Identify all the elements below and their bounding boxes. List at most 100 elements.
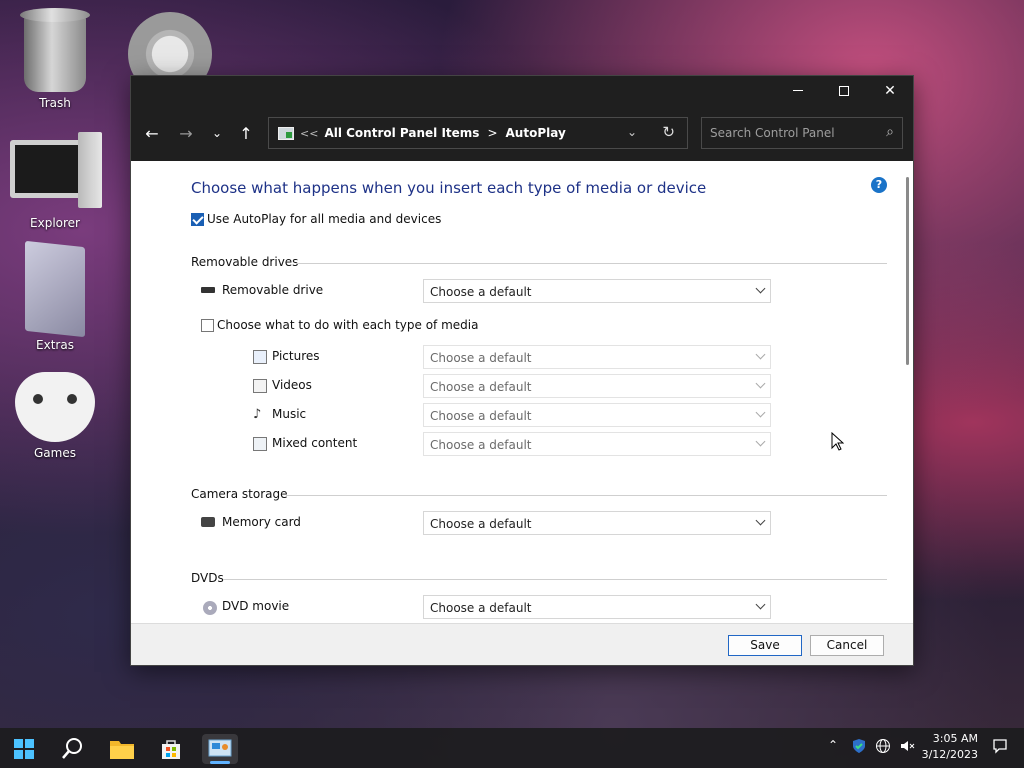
section-title-removable: Removable drives <box>191 255 299 269</box>
chevron-down-icon <box>755 436 766 447</box>
desktop-icon-label: Extras <box>36 338 74 352</box>
title-bar[interactable]: ✕ <box>131 76 913 105</box>
desktop-icon-label: Games <box>34 446 76 460</box>
pictures-select[interactable]: Choose a default <box>423 345 771 369</box>
memory-card-select[interactable]: Choose a default <box>423 511 771 535</box>
taskbar: ⌃ 3:05 AM 3/12/2023 <box>0 728 1024 768</box>
mixed-content-icon <box>253 437 267 451</box>
mixed-content-label: Mixed content <box>272 436 358 450</box>
folder-icon <box>25 240 85 338</box>
volume-muted-icon[interactable] <box>899 738 915 754</box>
help-icon[interactable]: ? <box>871 177 887 193</box>
security-shield-icon[interactable] <box>851 738 867 754</box>
breadcrumb-autoplay[interactable]: AutoPlay <box>506 126 566 140</box>
chevron-down-icon <box>755 349 766 360</box>
select-value: Choose a default <box>430 517 532 531</box>
select-value: Choose a default <box>430 601 532 615</box>
show-hidden-icons-icon[interactable]: ⌃ <box>828 738 838 752</box>
music-icon: ♪ <box>253 407 262 422</box>
breadcrumb-separator: > <box>487 126 498 140</box>
arrow-left-icon: ← <box>145 123 159 143</box>
per-media-label[interactable]: Choose what to do with each type of medi… <box>217 318 478 332</box>
file-explorer-button[interactable] <box>104 734 140 764</box>
breadcrumb-all-items[interactable]: All Control Panel Items <box>324 126 479 140</box>
navigation-bar: ← → ⌄ ↑ << All Control Panel Items > Aut… <box>131 105 913 161</box>
videos-icon <box>253 379 267 393</box>
dvd-movie-select[interactable]: Choose a default <box>423 595 771 619</box>
forward-button[interactable]: → <box>173 120 199 146</box>
arrow-up-icon: ↑ <box>239 123 253 143</box>
address-dropdown-icon[interactable]: ⌄ <box>627 125 637 139</box>
autoplay-window: ✕ ← → ⌄ ↑ << All Control Panel Items > A… <box>130 75 914 666</box>
store-button[interactable] <box>153 734 189 764</box>
content-area: Choose what happens when you insert each… <box>131 161 913 624</box>
search-box[interactable]: ⌕ <box>701 117 903 149</box>
dvd-icon <box>203 601 217 615</box>
removable-drive-icon <box>201 287 215 293</box>
save-button[interactable]: Save <box>728 635 802 656</box>
per-media-checkbox[interactable] <box>201 319 214 332</box>
music-label: Music <box>272 407 307 421</box>
computer-icon <box>10 132 102 212</box>
arrow-right-icon: → <box>179 123 193 143</box>
vertical-scrollbar[interactable] <box>906 177 909 365</box>
close-button[interactable]: ✕ <box>867 76 913 105</box>
section-divider <box>286 495 887 496</box>
select-value: Choose a default <box>430 409 532 423</box>
control-panel-icon <box>278 126 294 140</box>
desktop-icon-trash[interactable]: Trash <box>10 8 100 110</box>
recent-locations-button[interactable]: ⌄ <box>204 120 230 146</box>
start-button[interactable] <box>6 734 42 764</box>
camera-icon <box>201 517 215 527</box>
section-divider <box>296 263 887 264</box>
up-button[interactable]: ↑ <box>233 120 259 146</box>
page-title: Choose what happens when you insert each… <box>191 179 707 197</box>
back-button[interactable]: ← <box>139 120 165 146</box>
search-input[interactable] <box>710 125 880 141</box>
desktop-icon-games[interactable]: Games <box>10 362 100 460</box>
mouse-cursor-icon <box>831 432 844 451</box>
search-icon[interactable]: ⌕ <box>886 124 894 140</box>
dialog-footer: Save Cancel <box>131 623 913 665</box>
search-icon <box>62 738 82 759</box>
clock-time: 3:05 AM <box>932 732 978 745</box>
chevron-down-icon <box>755 515 766 526</box>
cancel-button[interactable]: Cancel <box>810 635 884 656</box>
minimize-button[interactable] <box>775 76 821 105</box>
chevron-down-icon <box>755 283 766 294</box>
removable-drive-select[interactable]: Choose a default <box>423 279 771 303</box>
select-value: Choose a default <box>430 285 532 299</box>
dvd-movie-label: DVD movie <box>222 599 290 613</box>
folder-icon <box>110 741 134 759</box>
videos-select[interactable]: Choose a default <box>423 374 771 398</box>
control-panel-taskbar-button[interactable] <box>202 734 238 764</box>
breadcrumb-overflow[interactable]: << <box>300 127 318 140</box>
store-icon <box>162 740 180 759</box>
address-bar[interactable]: << All Control Panel Items > AutoPlay ⌄ … <box>268 117 688 149</box>
desktop-icon-explorer[interactable]: Explorer <box>10 132 102 230</box>
section-title-dvds: DVDs <box>191 571 224 585</box>
select-value: Choose a default <box>430 438 532 452</box>
use-autoplay-checkbox[interactable] <box>191 213 204 226</box>
network-globe-icon[interactable] <box>875 738 891 754</box>
use-autoplay-label[interactable]: Use AutoPlay for all media and devices <box>207 212 441 226</box>
maximize-button[interactable] <box>821 76 867 105</box>
desktop-icon-extras[interactable]: Extras <box>10 240 100 352</box>
chevron-down-icon <box>755 378 766 389</box>
clock[interactable]: 3:05 AM 3/12/2023 <box>922 731 978 763</box>
section-title-camera: Camera storage <box>191 487 288 501</box>
select-value: Choose a default <box>430 351 532 365</box>
close-icon: ✕ <box>884 82 896 99</box>
control-panel-icon <box>208 739 232 757</box>
notifications-icon[interactable] <box>992 738 1008 754</box>
chevron-down-icon: ⌄ <box>211 126 223 140</box>
search-button[interactable] <box>54 734 90 764</box>
music-select[interactable]: Choose a default <box>423 403 771 427</box>
refresh-icon[interactable]: ↻ <box>662 123 675 141</box>
mixed-content-select[interactable]: Choose a default <box>423 432 771 456</box>
memory-card-label: Memory card <box>222 515 301 529</box>
desktop-icon-label: Trash <box>39 96 71 110</box>
removable-drive-label: Removable drive <box>222 283 324 297</box>
windows-logo-icon <box>14 739 34 759</box>
chevron-down-icon <box>755 599 766 610</box>
